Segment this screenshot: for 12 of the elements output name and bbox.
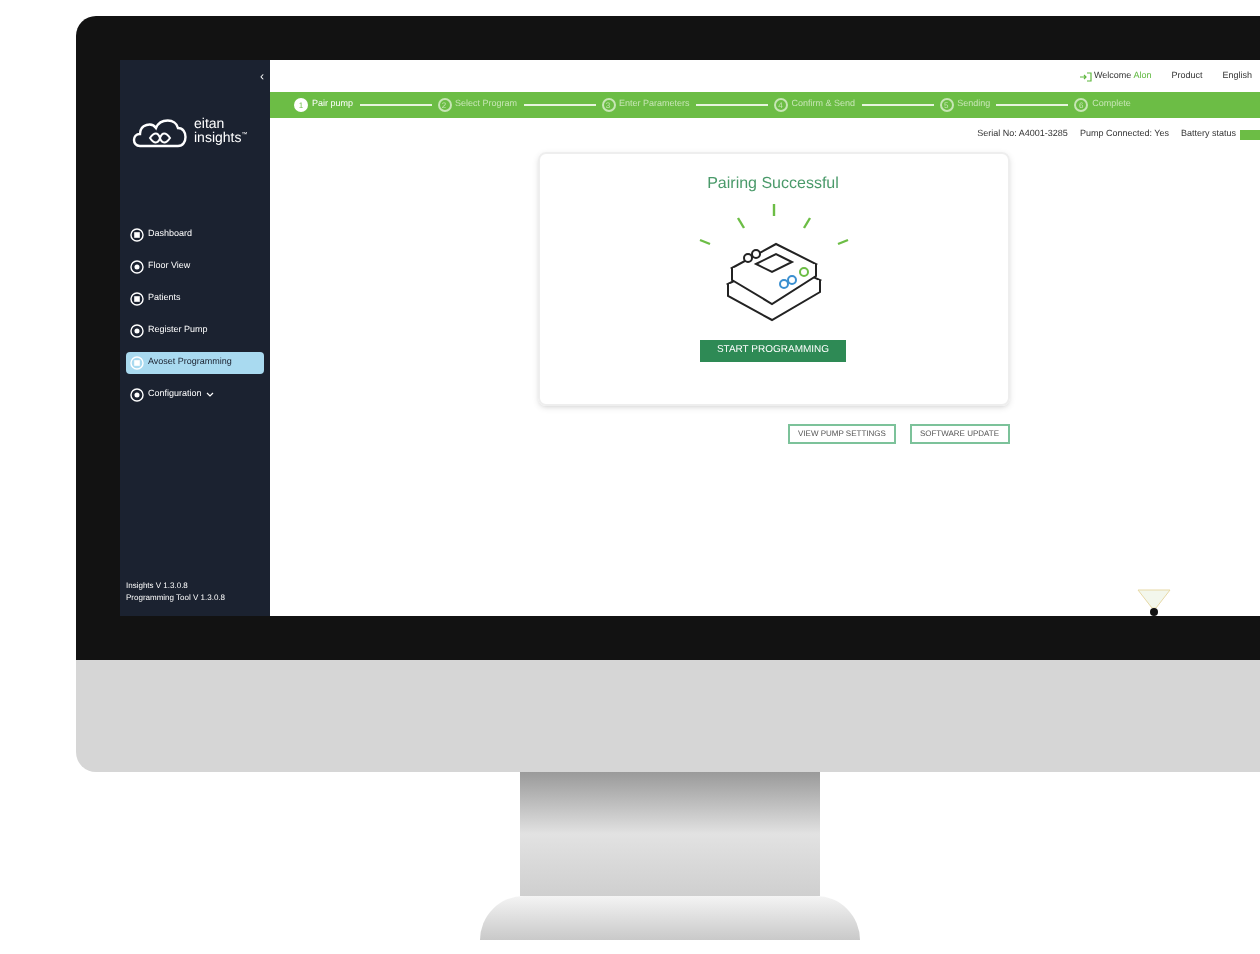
menu-item-icon xyxy=(130,324,144,338)
chevron-down-icon xyxy=(205,392,214,398)
menu-item-icon xyxy=(130,292,144,306)
card-title: Pairing Successful xyxy=(707,171,839,196)
menu-item-icon xyxy=(130,356,144,370)
menu-item-icon xyxy=(130,260,144,274)
login-icon xyxy=(1080,72,1093,82)
menu-item-icon xyxy=(130,388,144,402)
menu-item-icon xyxy=(130,228,144,242)
cloud-logo-icon xyxy=(132,116,188,148)
chat-widget-icon xyxy=(1136,588,1172,616)
battery-icon xyxy=(1240,129,1260,140)
